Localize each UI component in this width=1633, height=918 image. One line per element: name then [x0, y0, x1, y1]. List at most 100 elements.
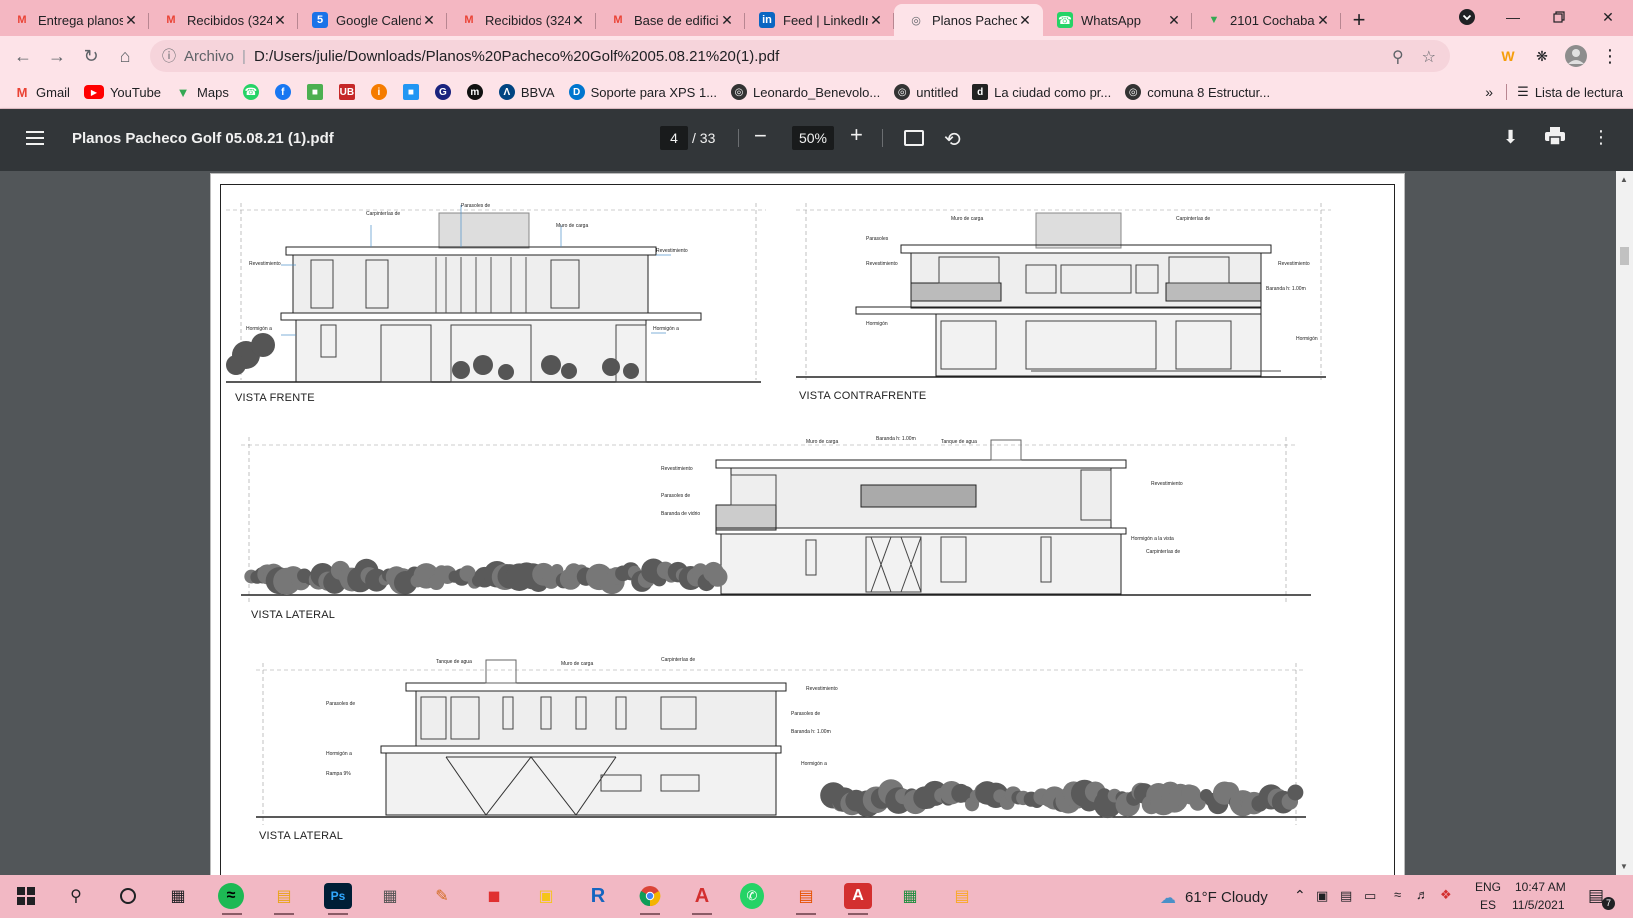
- browser-tab[interactable]: M Entrega planos ✕: [0, 4, 149, 36]
- address-bar[interactable]: ⓘ Archivo | D:/Users/julie/Downloads/Pla…: [150, 40, 1450, 72]
- extension-w-icon[interactable]: W: [1496, 44, 1520, 68]
- bookmark-item[interactable]: ◎ comuna 8 Estructur...: [1125, 84, 1270, 100]
- pdf-viewer[interactable]: Carpinterías de Parasoles de Muro de carga…: [0, 171, 1633, 875]
- scroll-thumb[interactable]: [1620, 247, 1629, 265]
- pencil-app-icon[interactable]: ✎: [428, 883, 456, 909]
- tray-chevron-icon[interactable]: ⌃: [1294, 887, 1306, 904]
- cortana-icon[interactable]: [114, 883, 142, 909]
- bookmark-star-icon[interactable]: ☆: [1422, 47, 1436, 67]
- clock-time[interactable]: 10:47 AM: [1515, 880, 1566, 894]
- document-app-icon[interactable]: ▤: [792, 883, 820, 915]
- lang-bottom[interactable]: ES: [1480, 898, 1496, 912]
- bookmark-item[interactable]: ◎ Leonardo_Benevolo...: [731, 84, 880, 100]
- back-button[interactable]: ←: [6, 39, 40, 73]
- notes-app-icon[interactable]: ▤: [948, 883, 976, 909]
- page-number-input[interactable]: 4: [660, 126, 688, 150]
- bookmark-item[interactable]: ◎ untitled: [894, 84, 958, 100]
- restore-button[interactable]: [1536, 0, 1582, 34]
- browser-tab[interactable]: 5 Google Calenda ✕: [298, 4, 447, 36]
- close-window-button[interactable]: ✕: [1585, 0, 1631, 34]
- browser-menu-icon[interactable]: ⋮: [1598, 44, 1622, 68]
- bookmark-item[interactable]: M Gmail: [14, 84, 70, 100]
- spreadsheet-icon[interactable]: ▦: [896, 883, 924, 909]
- minimize-button[interactable]: —: [1490, 0, 1536, 34]
- zoom-in-button[interactable]: +: [850, 122, 863, 148]
- chrome-icon[interactable]: [636, 883, 664, 915]
- tray-camera-icon[interactable]: ▣: [1316, 888, 1328, 904]
- calculator-icon[interactable]: ▦: [376, 883, 404, 909]
- bookmark-item[interactable]: m: [466, 84, 489, 100]
- tab-close-icon[interactable]: ✕: [123, 12, 139, 29]
- browser-tab[interactable]: M Base de edifici ✕: [596, 4, 745, 36]
- bookmark-item[interactable]: D Soporte para XPS 1...: [568, 84, 717, 100]
- bookmark-item[interactable]: f: [274, 84, 297, 100]
- acrobat-icon[interactable]: A: [844, 883, 872, 915]
- download-icon[interactable]: ⬇: [1503, 127, 1518, 148]
- url-text[interactable]: D:/Users/julie/Downloads/Planos%20Pachec…: [254, 48, 779, 65]
- tab-close-icon[interactable]: ✕: [1166, 12, 1182, 29]
- rotate-icon[interactable]: ⟲: [944, 127, 961, 152]
- profile-avatar[interactable]: [1564, 44, 1588, 68]
- wifi-icon[interactable]: ≈: [1394, 887, 1401, 902]
- bookmark-item[interactable]: ■: [306, 84, 329, 100]
- bookmark-item[interactable]: ▼ Maps: [175, 84, 229, 100]
- zoom-magnifier-icon[interactable]: ⚲: [1392, 47, 1404, 67]
- bookmark-item[interactable]: ☎: [242, 84, 265, 100]
- whatsapp-icon[interactable]: ✆: [740, 883, 764, 909]
- revit-icon[interactable]: R: [584, 883, 612, 909]
- vertical-scrollbar[interactable]: ▲ ▼: [1616, 171, 1633, 875]
- bookmark-item[interactable]: ■: [402, 84, 425, 100]
- browser-tab[interactable]: in Feed | LinkedIn ✕: [745, 4, 894, 36]
- tab-close-icon[interactable]: ✕: [1315, 12, 1331, 29]
- tab-close-icon[interactable]: ✕: [719, 12, 735, 29]
- search-icon[interactable]: ⚲: [62, 883, 90, 909]
- bookmark-item[interactable]: G: [434, 84, 457, 100]
- zoom-input[interactable]: 50%: [792, 126, 834, 150]
- new-tab-button[interactable]: +: [1341, 4, 1377, 36]
- browser-tab[interactable]: M Recibidos (324 ✕: [447, 4, 596, 36]
- pdf-menu-icon[interactable]: [26, 131, 44, 145]
- lang-top[interactable]: ENG: [1475, 880, 1501, 894]
- tab-close-icon[interactable]: ✕: [272, 12, 288, 29]
- pdf-more-icon[interactable]: ⋮: [1592, 127, 1610, 148]
- bookmarks-overflow-button[interactable]: »: [1485, 84, 1493, 100]
- photoshop-icon[interactable]: Ps: [324, 883, 352, 915]
- bookmark-item[interactable]: i: [370, 84, 393, 100]
- spotify-icon[interactable]: ≈: [218, 883, 244, 915]
- task-view-icon[interactable]: ▦: [164, 883, 192, 909]
- bookmark-item[interactable]: ▶ YouTube: [83, 85, 161, 100]
- tab-close-icon[interactable]: ✕: [570, 12, 586, 29]
- browser-tab[interactable]: ▼ 2101 Cochaban ✕: [1192, 4, 1341, 36]
- forward-button[interactable]: →: [40, 39, 74, 73]
- reload-button[interactable]: ↻: [74, 39, 108, 73]
- home-button[interactable]: ⌂: [108, 39, 142, 73]
- dropbox-icon[interactable]: ❖: [1440, 887, 1452, 903]
- fit-to-page-icon[interactable]: [904, 130, 924, 146]
- file-explorer-icon[interactable]: ▤: [270, 883, 298, 915]
- bookmark-item[interactable]: Λ BBVA: [498, 84, 555, 100]
- tray-device-icon[interactable]: ▤: [1340, 888, 1352, 904]
- browser-tab[interactable]: ◎ Planos Pacheco ✕: [894, 4, 1043, 36]
- sketchup-icon[interactable]: ◼: [480, 883, 508, 909]
- scroll-up-icon[interactable]: ▲: [1620, 175, 1628, 184]
- zoom-out-button[interactable]: −: [754, 123, 767, 149]
- tab-search-icon[interactable]: [1444, 0, 1490, 34]
- browser-tab[interactable]: M Recibidos (324 ✕: [149, 4, 298, 36]
- extensions-puzzle-icon[interactable]: ❋: [1530, 44, 1554, 68]
- reading-list-button[interactable]: ☰ Lista de lectura: [1506, 84, 1623, 100]
- battery-icon[interactable]: ▭: [1364, 888, 1376, 904]
- tab-close-icon[interactable]: ✕: [1017, 12, 1033, 29]
- clock-date[interactable]: 11/5/2021: [1512, 898, 1565, 912]
- bookmark-item[interactable]: UB: [338, 84, 361, 100]
- info-icon[interactable]: ⓘ: [162, 46, 176, 66]
- windows-start-icon[interactable]: [12, 883, 40, 909]
- volume-icon[interactable]: ♬: [1416, 887, 1429, 902]
- weather-text[interactable]: 61°F Cloudy: [1185, 889, 1268, 906]
- sticky-notes-icon[interactable]: ▣: [532, 883, 560, 909]
- bookmark-item[interactable]: d La ciudad como pr...: [972, 84, 1111, 100]
- browser-tab[interactable]: ☎ WhatsApp ✕: [1043, 4, 1192, 36]
- tab-close-icon[interactable]: ✕: [868, 12, 884, 29]
- tab-close-icon[interactable]: ✕: [421, 12, 437, 29]
- print-icon[interactable]: [1545, 127, 1565, 150]
- autocad-icon[interactable]: A: [688, 883, 716, 915]
